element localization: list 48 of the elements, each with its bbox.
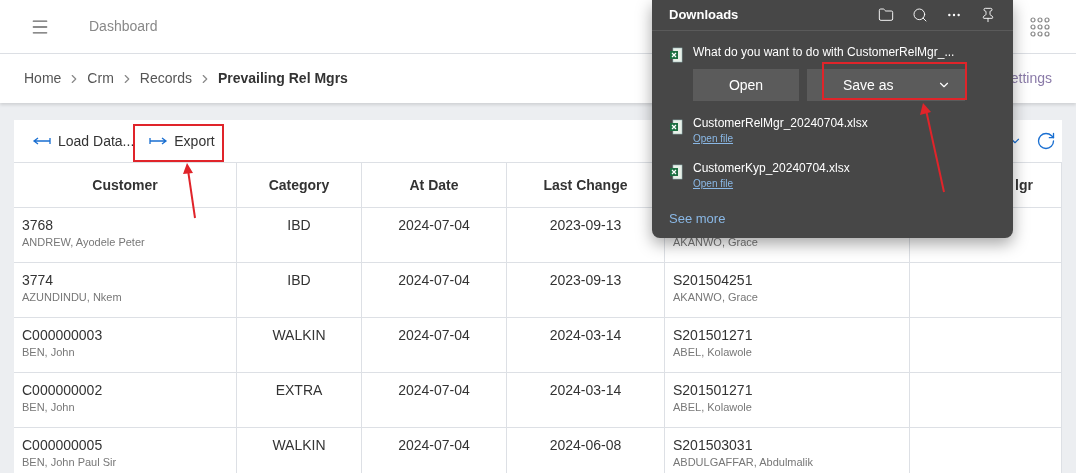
table-cell: 2024-03-14 xyxy=(507,373,665,427)
open-file-link[interactable]: Open file xyxy=(693,176,734,191)
table-cell: S201503031 ABDULGAFFAR, Abdulmalik xyxy=(665,428,910,473)
table-cell: 2024-07-04 xyxy=(362,428,507,473)
table-cell: 2024-03-14 xyxy=(507,318,665,372)
table-cell: C000000005 BEN, John Paul Sir xyxy=(14,428,237,473)
spreadsheet-file-icon xyxy=(669,119,683,135)
file-name: CustomerRelMgr_20240704.xlsx xyxy=(693,116,868,131)
table-cell: WALKIN xyxy=(237,318,362,372)
spreadsheet-file-icon xyxy=(669,164,683,180)
table-cell: IBD xyxy=(237,208,362,262)
open-file-link[interactable]: Open file xyxy=(693,131,734,146)
table-cell: S201501271 ABEL, Kolawole xyxy=(665,373,910,427)
table-cell: 3774 AZUNDINDU, Nkem xyxy=(14,263,237,317)
table-cell: 3768 ANDREW, Ayodele Peter xyxy=(14,208,237,262)
apps-grid-icon[interactable] xyxy=(1030,16,1050,37)
table-cell: S201504251 AKANWO, Grace xyxy=(665,263,910,317)
column-header: At Date xyxy=(362,163,507,207)
folder-icon[interactable] xyxy=(878,7,894,23)
load-data-button[interactable]: Load Data... xyxy=(30,130,137,152)
search-icon[interactable] xyxy=(912,7,928,23)
open-button[interactable]: Open xyxy=(693,69,799,101)
page-title: Dashboard xyxy=(89,17,158,36)
save-as-button[interactable]: Save as xyxy=(807,69,965,101)
table-cell: S201501271 ABEL, Kolawole xyxy=(665,318,910,372)
table-cell: EXTRA xyxy=(237,373,362,427)
table-cell: IBD xyxy=(237,263,362,317)
table-cell: 2023-09-13 xyxy=(507,263,665,317)
breadcrumb-link[interactable]: Records xyxy=(139,68,192,89)
export-button[interactable]: Export xyxy=(146,130,217,152)
file-name: CustomerKyp_20240704.xlsx xyxy=(693,161,850,176)
pin-icon[interactable] xyxy=(980,7,996,23)
breadcrumb-link[interactable]: Home xyxy=(24,68,62,89)
table-cell: 2024-07-04 xyxy=(362,318,507,372)
table-cell: WALKIN xyxy=(237,428,362,473)
column-header: Category xyxy=(237,163,362,207)
spreadsheet-file-icon xyxy=(669,47,683,63)
download-prompt: What do you want to do with CustomerRelMgr_... xyxy=(693,44,956,61)
breadcrumb-link[interactable]: Prevailing Rel Mgrs xyxy=(217,68,348,89)
table-cell: C000000003 BEN, John xyxy=(14,318,237,372)
table-cell: 2024-06-08 xyxy=(507,428,665,473)
breadcrumb-link[interactable]: Crm xyxy=(87,68,114,89)
table-cell: 2024-07-04 xyxy=(362,373,507,427)
panel-title: Downloads xyxy=(669,6,739,25)
table-cell: 2024-07-04 xyxy=(362,208,507,262)
table-cell: C000000002 BEN, John xyxy=(14,373,237,427)
refresh-icon[interactable] xyxy=(1036,131,1056,151)
table-cell: 2024-07-04 xyxy=(362,263,507,317)
